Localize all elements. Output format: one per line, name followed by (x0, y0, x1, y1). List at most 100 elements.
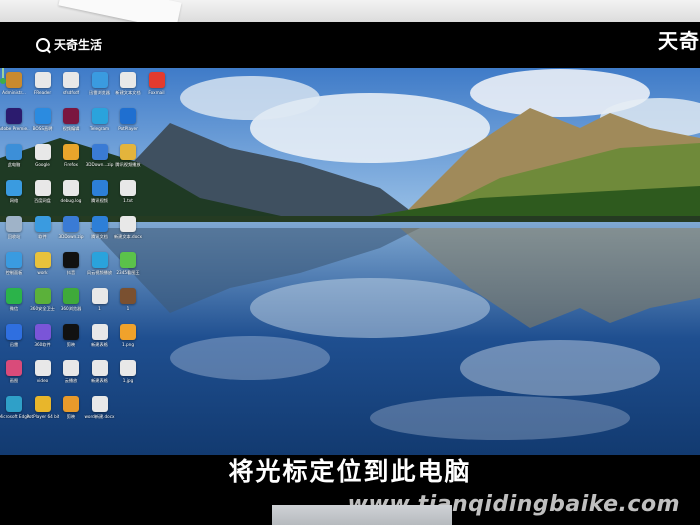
desktop-icon[interactable]: 360浏览器 (55, 288, 87, 311)
desktop-icon[interactable]: 3DDown.zip (55, 216, 87, 239)
desktop-icon-label: Adobe Premie... (0, 126, 30, 131)
edge-icon (6, 396, 22, 412)
desktop-icon-label: 微信 (9, 306, 19, 311)
desktop-icon[interactable]: 1 (112, 288, 144, 311)
network-icon (6, 180, 22, 196)
desktop-icon-label: Firefox (64, 162, 78, 167)
desktop-icon-label: 新建表格 (91, 342, 108, 347)
desktop-icon[interactable]: 迅雷 (0, 324, 30, 347)
file-icon (34, 72, 51, 88)
desktop-icon-label: Google (35, 162, 50, 167)
desktop-icon[interactable]: 360安全卫士 (27, 288, 59, 311)
app-icon (34, 324, 51, 340)
desktop-icon[interactable]: 控制面板 (0, 252, 30, 275)
desktop-icon-label: 1 (98, 306, 101, 311)
desktop-icon[interactable]: 1.jpg (112, 360, 144, 383)
desktop-icon-label: 新建表格 (91, 378, 108, 383)
desktop-icon[interactable]: Foxmail (141, 72, 173, 95)
desktop-icon-label: 视频编辑 (62, 126, 80, 131)
recycle-bin-icon (6, 216, 22, 232)
desk-background (0, 0, 700, 31)
desktop-icon[interactable]: Firefox (55, 144, 87, 167)
desktop-icon[interactable]: 腾讯文档 (84, 216, 116, 239)
file-icon (63, 180, 79, 196)
desktop-icon-label: 1.txt (123, 198, 133, 203)
desktop-icon[interactable]: FReader (27, 72, 59, 95)
desktop-icon[interactable]: 3DDown...zip (84, 144, 116, 167)
desktop-icon[interactable]: video (27, 360, 59, 383)
desktop-icon-label: 此电脑 (7, 162, 21, 167)
image-icon (120, 288, 136, 304)
desktop-icon-label: 新建文本文档 (115, 90, 141, 95)
word-icon (120, 216, 136, 232)
desktop-icon[interactable]: PotPlayer (112, 108, 144, 131)
foxmail-icon (148, 72, 165, 88)
video-top-bar (0, 22, 700, 68)
video-icon (91, 180, 108, 196)
desktop-icon[interactable]: debug.log (55, 180, 87, 203)
desktop-icon[interactable]: 2345看图王 (112, 252, 144, 275)
folder-icon (120, 144, 136, 160)
desktop-icon-label: 网络 (9, 198, 19, 203)
desktop-icon-label: Telegram (89, 126, 110, 131)
desktop-icon[interactable]: 新建文本文档 (112, 72, 144, 95)
desktop-icon[interactable]: 此电脑 (0, 144, 30, 167)
file-icon (34, 360, 51, 376)
file-icon (63, 72, 79, 88)
desktop-icon-label: 3DDown...zip (85, 162, 114, 167)
desktop-icon[interactable]: Adobe Premie... (0, 108, 30, 131)
desktop-icon[interactable]: 云播放 (55, 360, 87, 383)
player-icon (34, 396, 51, 412)
desktop-icon[interactable]: 软件 (27, 216, 59, 239)
desktop-icon[interactable]: 1.txt (112, 180, 144, 203)
image-icon (120, 324, 136, 340)
desktop-icon[interactable]: 迅雷浏览器 (84, 72, 116, 95)
desktop-icon[interactable]: 新建表格 (84, 324, 116, 347)
image-icon (120, 360, 136, 376)
desktop-icon-label: 360软件 (34, 342, 51, 347)
desktop-icon[interactable]: 抖音 (55, 252, 87, 275)
desktop-icon[interactable]: work (27, 252, 59, 275)
desktop-icon[interactable]: 回收站 (0, 216, 30, 239)
desktop-icon[interactable]: 腾讯视频 (84, 180, 116, 203)
premiere-icon (6, 108, 22, 124)
desktop-icon-label: 360安全卫士 (30, 306, 55, 311)
desktop-icon[interactable]: 剪映 (55, 396, 87, 419)
desktop-icon[interactable]: 360软件 (27, 324, 59, 347)
desktop-icon[interactable]: 腾讯视频播放 (112, 144, 144, 167)
capcut-icon (63, 396, 79, 412)
desktop-icon[interactable]: 1.png (112, 324, 144, 347)
desktop-icon[interactable]: Google (27, 144, 59, 167)
brand-logo-right: 天奇 (658, 29, 700, 53)
desktop-icon[interactable]: 微信 (0, 288, 30, 311)
desktop-icon[interactable]: 新建表格 (84, 360, 116, 383)
user-folder-icon (6, 72, 22, 88)
text-file-icon (120, 180, 136, 196)
desktop-icon[interactable]: PotPlayer 64 bit (27, 396, 59, 419)
tiktok-icon (63, 252, 79, 268)
image-viewer-icon (120, 252, 136, 268)
archive-icon (91, 144, 108, 160)
desktop-icon-label: PotPlayer 64 bit (26, 414, 59, 419)
desktop-icon[interactable]: 百度网盘 (27, 180, 59, 203)
word-icon (91, 396, 108, 412)
desktop-icon[interactable]: 视频编辑 (55, 108, 87, 131)
thunder-icon (6, 324, 22, 340)
desktop-icon-label: word新建.docx (84, 414, 115, 419)
desktop-icon[interactable]: 网络 (0, 180, 30, 203)
wechat-icon (6, 288, 22, 304)
desktop-icon[interactable]: 新建文本.docx (112, 216, 144, 239)
desktop-icon-label: Foxmail (148, 90, 165, 95)
desktop-icon[interactable]: BOSS直聘 (27, 108, 59, 131)
desktop-icon[interactable]: Microsoft Edge (0, 396, 30, 419)
desktop-icon-label: 360浏览器 (60, 306, 82, 311)
desktop-icon[interactable]: sfsdfsdf (55, 72, 87, 95)
desktop-icon[interactable]: 风云视频播放 (84, 252, 116, 275)
player-icon (120, 108, 136, 124)
desktop-icon[interactable]: Telegram (84, 108, 116, 131)
desktop-icon[interactable]: 1 (84, 288, 116, 311)
desktop-icon[interactable]: 画图 (0, 360, 30, 383)
desktop-icon[interactable]: 剪映 (55, 324, 87, 347)
desktop-icon-label: 1.png (122, 342, 134, 347)
desktop-icon[interactable]: word新建.docx (84, 396, 116, 419)
